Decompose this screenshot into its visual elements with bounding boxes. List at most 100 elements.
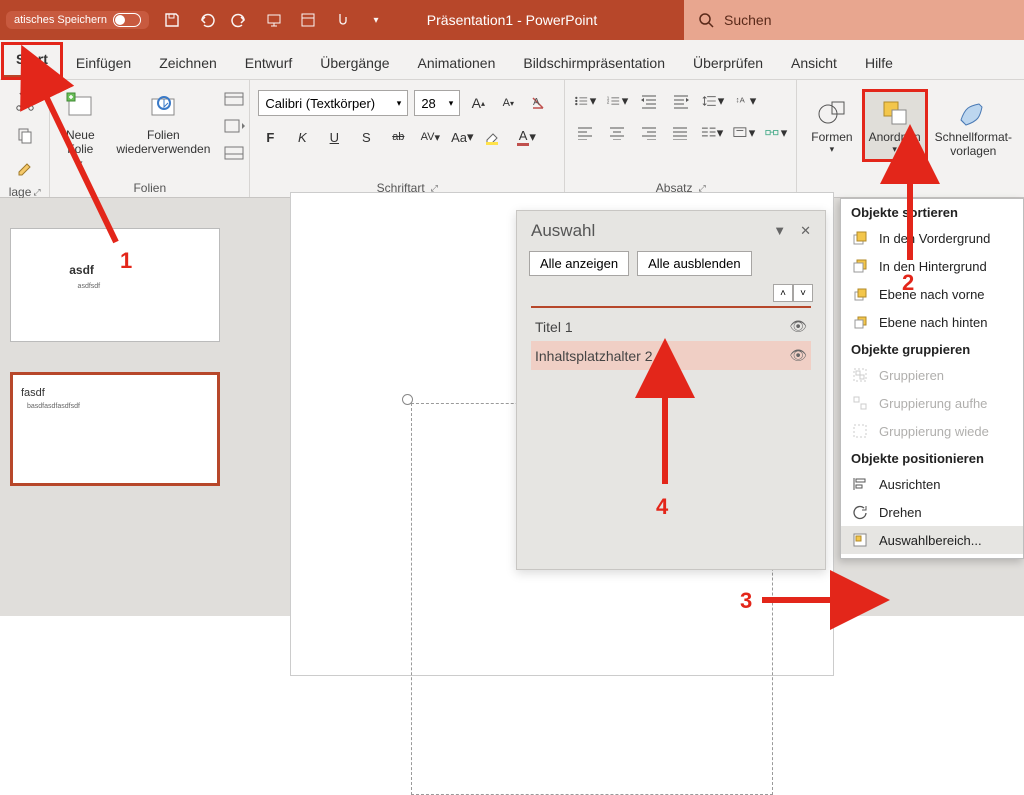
tab-start[interactable]: Start xyxy=(2,43,62,79)
ribbon-tabs: Start Einfügen Zeichnen Entwurf Übergäng… xyxy=(0,40,1024,80)
visibility-eye-icon[interactable]: 👁 xyxy=(789,347,807,364)
chevron-down-icon: ▾ xyxy=(830,144,835,155)
decrease-font-icon[interactable]: A▾ xyxy=(496,92,520,114)
italic-button[interactable]: K xyxy=(290,126,314,148)
cut-icon[interactable] xyxy=(14,90,36,117)
section-icon[interactable] xyxy=(224,146,246,167)
selection-pane-title: Auswahl xyxy=(531,221,595,241)
qat-more-icon[interactable]: ▾ xyxy=(365,9,387,31)
font-size-dropdown[interactable]: 28 ▾ xyxy=(414,90,460,116)
autosave-toggle[interactable]: atisches Speichern xyxy=(6,11,149,29)
schnellformatvorlagen-button[interactable]: Schnellformat-vorlagen xyxy=(931,90,1016,162)
folien-wiederverwenden-button[interactable]: Folien wiederverwenden xyxy=(112,88,214,158)
paste-brush-icon[interactable] xyxy=(15,158,35,183)
search-box[interactable]: Suchen xyxy=(684,0,1024,40)
menu-header-gruppieren: Objekte gruppieren xyxy=(841,336,1023,361)
anordnen-button[interactable]: Anordnen ▾ xyxy=(863,90,927,161)
shadow-button[interactable]: S xyxy=(354,126,378,148)
bullets-icon[interactable]: ▾ xyxy=(573,90,597,112)
redo-icon[interactable] xyxy=(229,9,251,31)
tab-uebergaenge[interactable]: Übergänge xyxy=(306,47,403,79)
menu-ebene-hinten[interactable]: Ebene nach hinten xyxy=(841,308,1023,336)
selection-item-titel1[interactable]: Titel 1 👁 xyxy=(531,312,811,341)
schnell-label: Schnellformat-vorlagen xyxy=(935,130,1012,158)
highlight-button[interactable] xyxy=(482,126,506,148)
copy-icon[interactable] xyxy=(15,125,35,150)
columns-icon[interactable]: ▾ xyxy=(700,122,724,144)
touch-icon[interactable] xyxy=(331,9,353,31)
layout-icon[interactable] xyxy=(297,9,319,31)
move-up-icon[interactable]: ˄ xyxy=(773,284,793,302)
menu-vordergrund[interactable]: In den Vordergrund xyxy=(841,224,1023,252)
align-left-icon[interactable] xyxy=(573,122,597,144)
underline-button[interactable]: U xyxy=(322,126,346,148)
menu-label: Ebene nach hinten xyxy=(879,315,987,330)
font-size-value: 28 xyxy=(421,96,435,111)
menu-hintergrund[interactable]: In den Hintergrund xyxy=(841,252,1023,280)
align-right-icon[interactable] xyxy=(637,122,661,144)
dialog-launcher-icon[interactable]: ⤢ xyxy=(33,187,40,198)
tab-hilfe[interactable]: Hilfe xyxy=(851,47,907,79)
bold-button[interactable]: F xyxy=(258,126,282,148)
increase-font-icon[interactable]: A▴ xyxy=(466,92,490,114)
layout-icon[interactable] xyxy=(224,92,246,113)
hide-all-button[interactable]: Alle ausblenden xyxy=(637,251,752,276)
tab-entwurf[interactable]: Entwurf xyxy=(231,47,306,79)
save-icon[interactable] xyxy=(161,9,183,31)
menu-ebene-vorne[interactable]: Ebene nach vorne xyxy=(841,280,1023,308)
new-slide-icon xyxy=(62,90,98,126)
text-direction-icon[interactable]: ↕A▾ xyxy=(733,90,757,112)
tab-animationen[interactable]: Animationen xyxy=(404,47,510,79)
clear-format-icon[interactable]: A xyxy=(526,92,550,114)
visibility-eye-icon[interactable]: 👁 xyxy=(789,318,807,335)
font-name-dropdown[interactable]: Calibri (Textkörper) ▾ xyxy=(258,90,408,116)
svg-text:2: 2 xyxy=(607,99,610,104)
font-color-button[interactable]: A▾ xyxy=(514,126,538,148)
line-spacing-icon[interactable]: ▾ xyxy=(701,90,725,112)
folien-group-label: Folien xyxy=(58,179,241,195)
pane-dropdown-icon[interactable]: ▼ xyxy=(773,223,786,239)
tab-ansicht[interactable]: Ansicht xyxy=(777,47,851,79)
search-placeholder: Suchen xyxy=(724,12,771,28)
smartart-icon[interactable]: ▾ xyxy=(764,122,788,144)
thumbnail-slide-2[interactable]: fasdf basdfasdfasdfsdf xyxy=(10,372,220,486)
align-icon xyxy=(851,475,869,493)
tab-einfuegen[interactable]: Einfügen xyxy=(62,47,145,79)
numbering-icon[interactable]: 12▾ xyxy=(605,90,629,112)
menu-ausrichten[interactable]: Ausrichten xyxy=(841,470,1023,498)
undo-icon[interactable] xyxy=(195,9,217,31)
menu-label: In den Hintergrund xyxy=(879,259,987,274)
align-justify-icon[interactable] xyxy=(668,122,692,144)
font-name-value: Calibri (Textkörper) xyxy=(265,96,375,111)
group-icon xyxy=(851,366,869,384)
formen-button[interactable]: Formen ▾ xyxy=(805,90,858,159)
align-center-icon[interactable] xyxy=(605,122,629,144)
title-bar: atisches Speichern ▾ Präsentation1 - Pow… xyxy=(0,0,1024,40)
tab-zeichnen[interactable]: Zeichnen xyxy=(145,47,231,79)
reset-icon[interactable] xyxy=(224,119,246,140)
group-clipboard: lage ⤢ xyxy=(0,80,50,197)
chevron-down-icon: ▾ xyxy=(449,98,454,109)
menu-drehen[interactable]: Drehen xyxy=(841,498,1023,526)
show-all-button[interactable]: Alle anzeigen xyxy=(529,251,629,276)
tab-bildschirmpraesentation[interactable]: Bildschirmpräsentation xyxy=(509,47,679,79)
selection-pane: Auswahl ▼ ✕ Alle anzeigen Alle ausblende… xyxy=(516,210,826,570)
menu-auswahlbereich[interactable]: Auswahlbereich... xyxy=(841,526,1023,554)
thumbnail-slide-1[interactable]: asdf asdfsdf xyxy=(10,228,220,342)
indent-left-icon[interactable] xyxy=(637,90,661,112)
selection-item-inhaltsplatzhalter2[interactable]: Inhaltsplatzhalter 2 👁 xyxy=(531,341,811,370)
shapes-icon xyxy=(814,94,850,130)
group-folien: Neue Folie ▾ Folien wiederverwenden Foli… xyxy=(50,80,250,197)
tab-ueberpruefen[interactable]: Überprüfen xyxy=(679,47,777,79)
align-text-icon[interactable]: ▾ xyxy=(732,122,756,144)
change-case-button[interactable]: Aa▾ xyxy=(450,126,474,148)
strikethrough-button[interactable]: ab xyxy=(386,126,410,148)
send-backward-icon xyxy=(851,313,869,331)
presentation-icon[interactable] xyxy=(263,9,285,31)
toggle-switch-icon[interactable] xyxy=(113,13,141,27)
move-down-icon[interactable]: ˅ xyxy=(793,284,813,302)
indent-right-icon[interactable] xyxy=(669,90,693,112)
pane-close-icon[interactable]: ✕ xyxy=(800,223,811,239)
neue-folie-button[interactable]: Neue Folie ▾ xyxy=(58,88,102,171)
char-spacing-button[interactable]: AV▾ xyxy=(418,126,442,148)
